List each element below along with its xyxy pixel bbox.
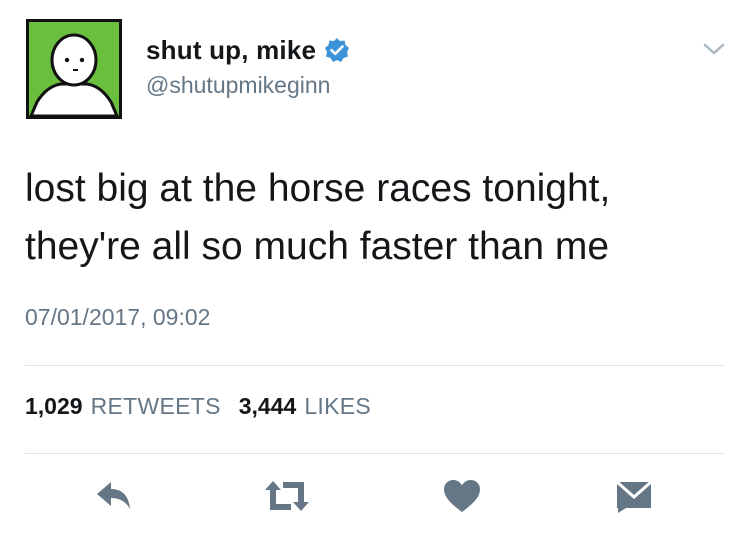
divider <box>25 365 725 366</box>
verified-badge-icon <box>324 37 350 63</box>
likes-label: LIKES <box>304 393 372 419</box>
user-handle[interactable]: @shutupmikeginn <box>146 72 330 99</box>
display-name[interactable]: shut up, mike <box>146 35 316 66</box>
like-button[interactable] <box>440 476 484 516</box>
name-row: shut up, mike <box>146 30 350 70</box>
chevron-down-icon[interactable] <box>701 40 727 58</box>
tweet-card: shut up, mike @shutupmikeginn lost big a… <box>0 0 750 535</box>
heart-icon <box>442 478 482 514</box>
likes-stat[interactable]: 3,444 LIKES <box>239 393 371 420</box>
retweets-label: RETWEETS <box>90 393 221 419</box>
retweets-stat[interactable]: 1,029 RETWEETS <box>25 393 221 420</box>
reply-button[interactable] <box>92 476 136 516</box>
retweet-button[interactable] <box>262 476 312 516</box>
tweet-text: lost big at the horse races tonight, the… <box>25 160 725 276</box>
message-icon <box>614 478 654 514</box>
avatar[interactable] <box>26 19 122 119</box>
avatar-drawing-icon <box>29 22 119 116</box>
reply-icon <box>94 479 134 513</box>
divider <box>25 453 725 454</box>
tweet-text-line: lost big at the horse races tonight, <box>25 167 611 210</box>
direct-message-button[interactable] <box>612 476 656 516</box>
tweet-stats: 1,029 RETWEETS 3,444 LIKES <box>25 393 371 420</box>
retweet-icon <box>263 478 311 514</box>
tweet-timestamp[interactable]: 07/01/2017, 09:02 <box>25 304 210 331</box>
tweet-text-line: they're all so much faster than me <box>25 225 610 268</box>
likes-count: 3,444 <box>238 393 297 419</box>
retweets-count: 1,029 <box>25 393 83 419</box>
